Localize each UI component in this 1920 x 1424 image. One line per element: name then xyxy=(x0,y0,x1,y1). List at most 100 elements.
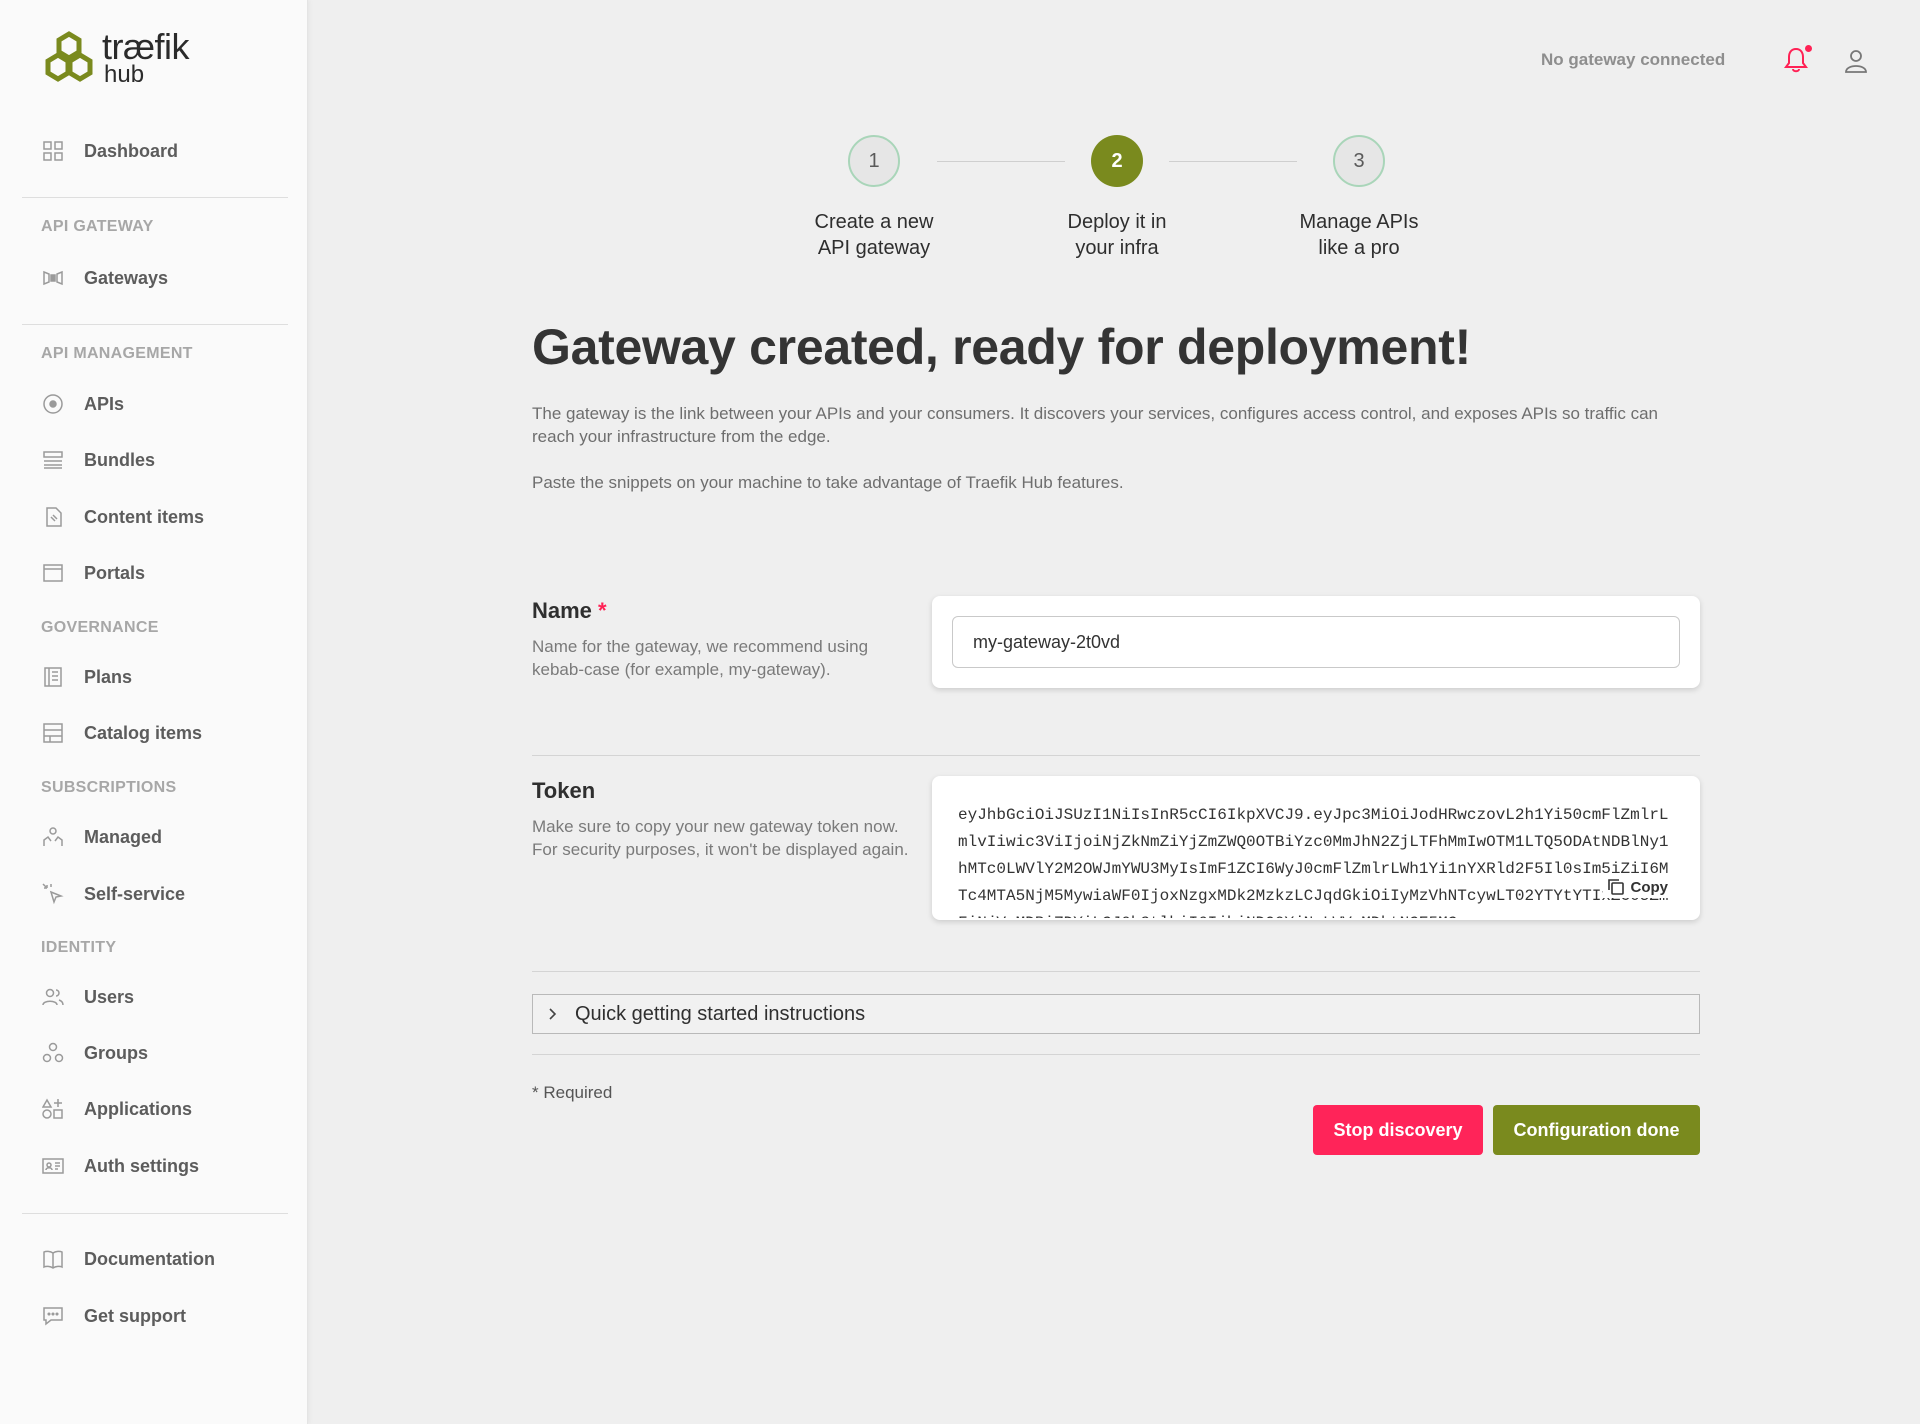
step-connector xyxy=(937,161,1065,162)
sidebar-item-auth-settings[interactable]: Auth settings xyxy=(40,1151,199,1181)
sidebar-item-catalog-items[interactable]: Catalog items xyxy=(40,718,202,748)
step-3-label: Manage APIs like a pro xyxy=(1259,209,1459,261)
sidebar: træfik hub Dashboard API GATEWAY Gateway… xyxy=(0,0,308,1424)
sidebar-item-label: Get support xyxy=(84,1305,186,1326)
step-label-line: your infra xyxy=(1075,237,1159,259)
gateway-name-input[interactable] xyxy=(952,616,1680,668)
sidebar-item-label: Gateways xyxy=(84,267,169,288)
copy-icon xyxy=(1607,879,1624,895)
sidebar-divider xyxy=(22,1213,288,1214)
sidebar-item-label: Portals xyxy=(84,562,146,583)
required-note: * Required xyxy=(532,1083,613,1102)
step-2-indicator: 2 xyxy=(1091,135,1143,187)
sidebar-item-groups[interactable]: Groups xyxy=(40,1038,148,1068)
token-field-help: Make sure to copy your new gateway token… xyxy=(532,817,909,859)
users-icon xyxy=(40,984,66,1010)
sidebar-item-content-items[interactable]: Content items xyxy=(40,502,204,532)
groups-icon xyxy=(40,1040,66,1066)
sidebar-item-bundles[interactable]: Bundles xyxy=(40,445,155,475)
sidebar-item-applications[interactable]: Applications xyxy=(40,1094,192,1124)
sidebar-item-label: APIs xyxy=(84,393,125,414)
sidebar-item-label: Dashboard xyxy=(84,140,179,161)
sidebar-item-documentation[interactable]: Documentation xyxy=(40,1244,215,1274)
section-divider xyxy=(532,1054,1700,1055)
sidebar-item-managed[interactable]: Managed xyxy=(40,822,162,852)
book-icon xyxy=(40,1246,66,1272)
logo-text-top: træfik xyxy=(102,26,190,67)
api-target-icon xyxy=(40,391,66,417)
section-title-api-gateway: API GATEWAY xyxy=(41,218,154,235)
step-1-indicator: 1 xyxy=(848,135,900,187)
dashboard-grid-icon xyxy=(40,138,66,164)
name-card xyxy=(932,596,1700,688)
page-title: Gateway created, ready for deployment! xyxy=(532,319,1471,375)
copy-label: Copy xyxy=(1630,878,1669,896)
sidebar-item-label: Plans xyxy=(84,666,133,687)
section-title-governance: GOVERNANCE xyxy=(41,619,159,636)
sidebar-item-label: Groups xyxy=(84,1042,149,1063)
paste-hint: Paste the snippets on your machine to ta… xyxy=(532,473,1124,492)
user-profile-icon[interactable] xyxy=(1844,48,1868,74)
section-title-identity: IDENTITY xyxy=(41,939,117,956)
sidebar-item-label: Bundles xyxy=(84,449,156,470)
sidebar-item-gateways[interactable]: Gateways xyxy=(40,263,168,293)
step-label-line: API gateway xyxy=(817,237,931,259)
sidebar-item-label: Managed xyxy=(84,826,163,847)
accordion-label: Quick getting started instructions xyxy=(575,1002,866,1025)
section-divider xyxy=(532,755,1700,756)
managed-users-icon xyxy=(40,824,66,850)
step-label-line: Manage APIs xyxy=(1299,211,1419,233)
getting-started-accordion[interactable]: Quick getting started instructions xyxy=(532,994,1700,1034)
chat-bubble-icon xyxy=(40,1303,66,1329)
sidebar-item-users[interactable]: Users xyxy=(40,982,134,1012)
step-connector xyxy=(1169,161,1297,162)
section-title-subscriptions: SUBSCRIPTIONS xyxy=(41,779,177,796)
sidebar-item-label: Documentation xyxy=(84,1248,216,1269)
applications-icon xyxy=(40,1096,66,1122)
name-field-label: Name * xyxy=(532,598,607,624)
page-description: The gateway is the link between your API… xyxy=(532,404,1659,446)
sidebar-item-portals[interactable]: Portals xyxy=(40,558,145,588)
name-field-help: Name for the gateway, we recommend using… xyxy=(532,637,869,679)
gateway-token-value[interactable]: eyJhbGciOiJSUzI1NiIsInR5cCI6IkpXVCJ9.eyJ… xyxy=(958,802,1670,918)
step-3-indicator: 3 xyxy=(1333,135,1385,187)
step-label-line: Create a new xyxy=(814,211,934,233)
traefik-hub-logo[interactable]: træfik hub xyxy=(40,26,190,88)
gateway-icon xyxy=(40,265,66,291)
document-icon xyxy=(40,504,66,530)
step-2-label: Deploy it in your infra xyxy=(1017,209,1217,261)
sidebar-item-dashboard[interactable]: Dashboard xyxy=(40,136,178,166)
catalog-icon xyxy=(40,720,66,746)
sidebar-divider xyxy=(22,197,288,198)
chevron-right-icon xyxy=(549,1008,557,1020)
sidebar-item-label: Users xyxy=(84,986,135,1007)
id-card-icon xyxy=(40,1153,66,1179)
hexagon-logo-icon xyxy=(45,31,93,82)
sidebar-divider xyxy=(22,324,288,325)
cursor-click-icon xyxy=(40,881,66,907)
step-label-line: like a pro xyxy=(1318,237,1400,259)
configuration-done-button[interactable]: Configuration done xyxy=(1493,1105,1700,1155)
token-card: eyJhbGciOiJSUzI1NiIsInR5cCI6IkpXVCJ9.eyJ… xyxy=(932,776,1700,920)
sidebar-item-label: Auth settings xyxy=(84,1155,199,1176)
token-field-label: Token xyxy=(532,778,596,803)
notification-dot xyxy=(1805,45,1812,52)
sidebar-item-plans[interactable]: Plans xyxy=(40,662,132,692)
sidebar-item-label: Self-service xyxy=(84,883,186,904)
bundles-stack-icon xyxy=(40,447,66,473)
copy-token-button[interactable]: Copy xyxy=(1602,876,1670,898)
sidebar-item-get-support[interactable]: Get support xyxy=(40,1301,186,1331)
step-1-label: Create a new API gateway xyxy=(774,209,974,261)
required-asterisk: * xyxy=(598,598,607,623)
sidebar-item-self-service[interactable]: Self-service xyxy=(40,879,185,909)
section-divider xyxy=(532,971,1700,972)
sidebar-item-label: Content items xyxy=(84,506,205,527)
portal-window-icon xyxy=(40,560,66,586)
sidebar-item-apis[interactable]: APIs xyxy=(40,389,124,419)
section-title-api-management: API MANAGEMENT xyxy=(41,345,193,362)
step-label-line: Deploy it in xyxy=(1067,211,1167,233)
gateway-connection-status: No gateway connected xyxy=(1541,50,1726,69)
plans-icon xyxy=(40,664,66,690)
name-label-text: Name xyxy=(532,598,592,623)
stop-discovery-button[interactable]: Stop discovery xyxy=(1313,1105,1483,1155)
